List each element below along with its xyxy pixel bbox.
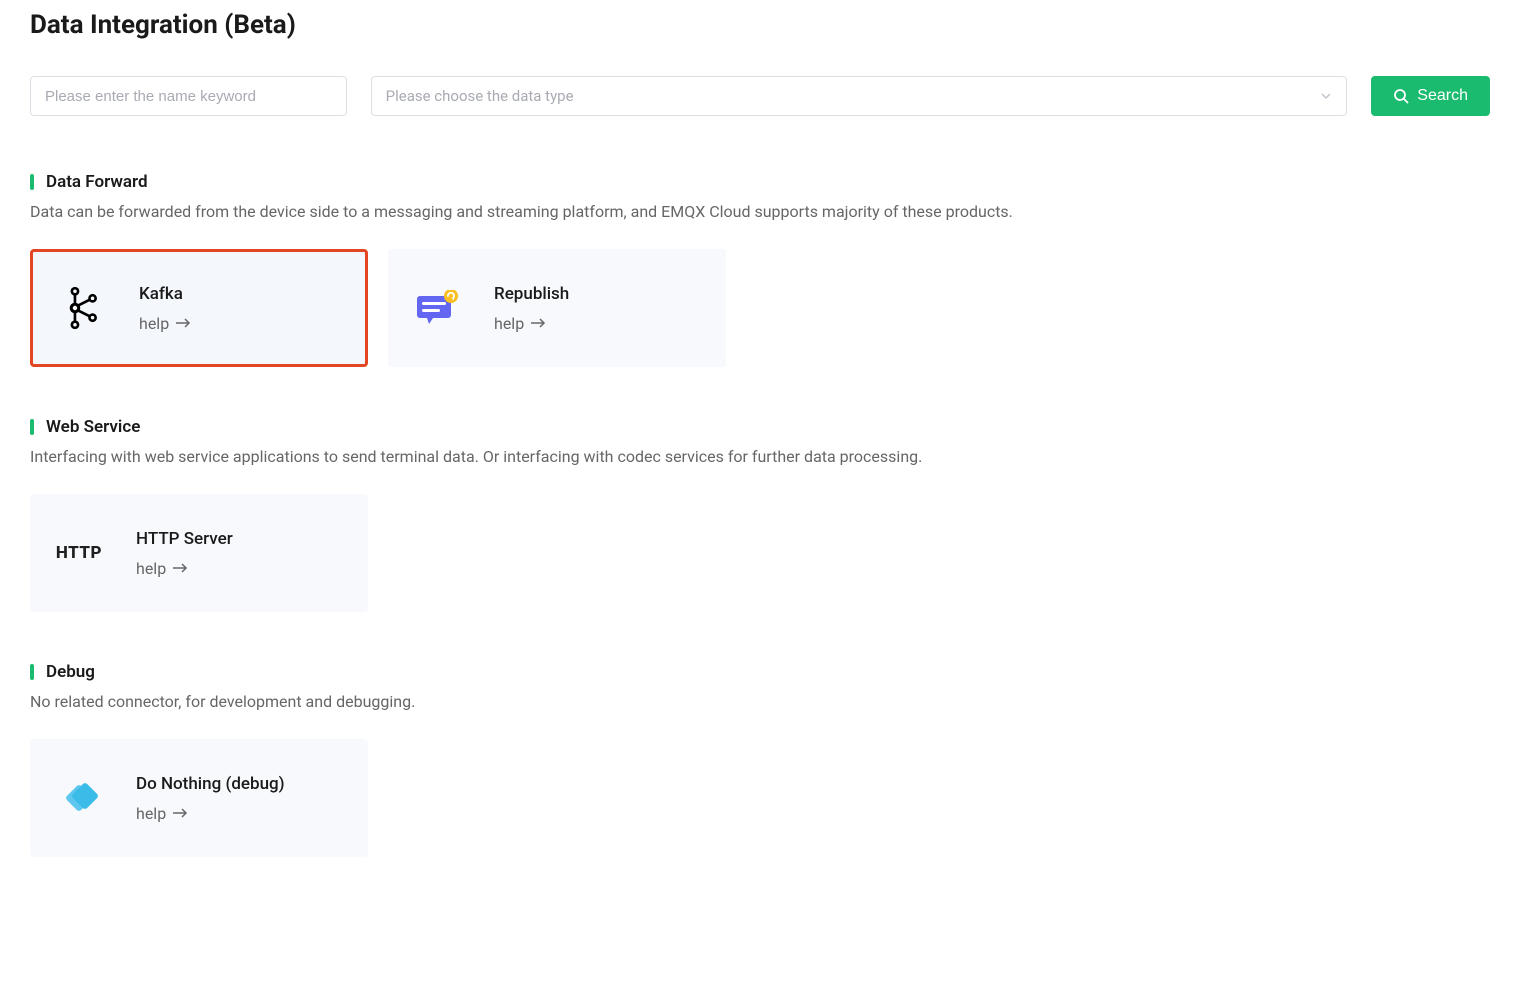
card-help-link[interactable]: help [136, 804, 285, 823]
card-content: Republish help [494, 284, 569, 333]
republish-icon [412, 283, 462, 333]
section-title: Debug [46, 662, 95, 682]
section-debug: Debug No related connector, for developm… [30, 662, 1490, 857]
arrow-right-icon [530, 318, 546, 328]
search-button-label: Search [1417, 87, 1468, 105]
data-type-select[interactable]: Please choose the data type [371, 76, 1348, 116]
card-title: Do Nothing (debug) [136, 774, 285, 794]
card-help-link[interactable]: help [494, 314, 569, 333]
arrow-right-icon [172, 808, 188, 818]
section-header: Data Forward [30, 172, 1490, 192]
search-button[interactable]: Search [1371, 76, 1490, 116]
card-do-nothing[interactable]: Do Nothing (debug) help [30, 739, 368, 857]
section-description: Interfacing with web service application… [30, 447, 1490, 466]
card-title: Republish [494, 284, 569, 304]
chevron-down-icon [1320, 90, 1332, 102]
help-label: help [136, 559, 166, 578]
data-type-placeholder: Please choose the data type [386, 87, 574, 105]
card-content: Do Nothing (debug) help [136, 774, 285, 823]
search-row: Please choose the data type Search [30, 76, 1490, 116]
card-title: HTTP Server [136, 529, 233, 549]
section-title: Data Forward [46, 172, 148, 192]
card-row: Kafka help [30, 249, 1490, 367]
section-data-forward: Data Forward Data can be forwarded from … [30, 172, 1490, 367]
section-bar [30, 419, 34, 435]
card-help-link[interactable]: help [139, 314, 191, 333]
section-web-service: Web Service Interfacing with web service… [30, 417, 1490, 612]
card-content: HTTP Server help [136, 529, 233, 578]
section-description: No related connector, for development an… [30, 692, 1490, 711]
section-title: Web Service [46, 417, 140, 437]
arrow-right-icon [175, 318, 191, 328]
section-header: Web Service [30, 417, 1490, 437]
section-header: Debug [30, 662, 1490, 682]
arrow-right-icon [172, 563, 188, 573]
section-description: Data can be forwarded from the device si… [30, 202, 1490, 221]
card-title: Kafka [139, 284, 191, 304]
card-http-server[interactable]: HTTP HTTP Server help [30, 494, 368, 612]
name-keyword-input[interactable] [30, 76, 347, 116]
http-icon-text: HTTP [56, 543, 102, 563]
card-republish[interactable]: Republish help [388, 249, 726, 367]
do-nothing-icon [54, 773, 104, 823]
section-bar [30, 664, 34, 680]
help-label: help [139, 314, 169, 333]
section-bar [30, 174, 34, 190]
card-kafka[interactable]: Kafka help [30, 249, 368, 367]
card-row: Do Nothing (debug) help [30, 739, 1490, 857]
card-help-link[interactable]: help [136, 559, 233, 578]
http-icon: HTTP [54, 528, 104, 578]
help-label: help [136, 804, 166, 823]
help-label: help [494, 314, 524, 333]
card-row: HTTP HTTP Server help [30, 494, 1490, 612]
kafka-icon [57, 283, 107, 333]
page-title: Data Integration (Beta) [30, 10, 1490, 40]
search-icon [1393, 88, 1409, 104]
card-content: Kafka help [139, 284, 191, 333]
